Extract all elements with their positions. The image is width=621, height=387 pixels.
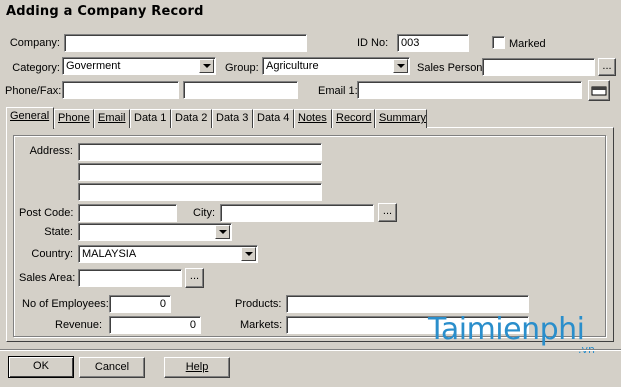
city-label: City: — [193, 207, 215, 219]
cancel-button[interactable]: Cancel — [79, 357, 145, 378]
footer-divider — [0, 349, 621, 351]
country-label: Country: — [31, 248, 73, 260]
tab-record[interactable]: Record — [332, 109, 375, 128]
post-code-input[interactable] — [78, 204, 177, 222]
group-value: Agriculture — [266, 60, 319, 72]
tab-general[interactable]: General — [6, 107, 54, 129]
id-input[interactable]: 003 — [397, 34, 469, 52]
marked-checkbox[interactable] — [492, 36, 505, 49]
tab-phone-label: Phone — [58, 112, 90, 124]
tab-data-2-label: Data 2 — [175, 112, 208, 124]
company-label: Company: — [9, 37, 60, 49]
tab-summary-label: Summary — [379, 112, 427, 124]
group-label: Group: — [225, 62, 259, 74]
email1-input[interactable] — [357, 81, 582, 99]
tab-phone[interactable]: Phone — [54, 109, 94, 128]
send-email-button[interactable] — [588, 80, 610, 101]
state-combo[interactable] — [78, 223, 232, 241]
tab-data-1-label: Data 1 — [134, 112, 167, 124]
ok-button[interactable]: OK — [8, 356, 74, 378]
post-code-label: Post Code: — [19, 207, 74, 219]
sales-person-browse-button[interactable]: ... — [598, 58, 616, 76]
window-title: Adding a Company Record — [0, 0, 621, 24]
address-line-3-input[interactable] — [78, 183, 322, 201]
tab-data-4-label: Data 4 — [257, 112, 290, 124]
address-label: Address: — [29, 145, 73, 157]
category-value: Goverment — [66, 60, 121, 72]
markets-label: Markets: — [240, 319, 283, 331]
tab-notes-label: Notes — [298, 112, 327, 124]
tab-data-1[interactable]: Data 1 — [130, 109, 171, 128]
group-dropdown-button[interactable] — [393, 59, 408, 73]
tab-data-2[interactable]: Data 2 — [171, 109, 212, 128]
help-button[interactable]: Help — [164, 357, 230, 378]
dialog-window: Adding a Company Record Company: ID No: … — [0, 0, 621, 387]
email-icon — [591, 86, 607, 96]
phone-input[interactable] — [62, 81, 179, 99]
tab-general-label: General — [10, 110, 50, 122]
group-combo[interactable]: Agriculture — [262, 57, 410, 75]
city-input[interactable] — [220, 204, 374, 222]
country-value: MALAYSIA — [82, 248, 137, 260]
products-label: Products: — [235, 298, 282, 310]
sales-person-label: Sales Person: — [417, 62, 486, 74]
country-dropdown-button[interactable] — [241, 247, 256, 261]
tab-data-3[interactable]: Data 3 — [212, 109, 253, 128]
revenue-label: Revenue: — [55, 319, 103, 331]
country-combo[interactable]: MALAYSIA — [78, 245, 258, 263]
chevron-down-icon — [202, 64, 211, 68]
sales-person-input[interactable] — [482, 58, 595, 76]
category-dropdown-button[interactable] — [199, 59, 214, 73]
address-line-1-input[interactable] — [78, 143, 322, 161]
tab-summary[interactable]: Summary — [375, 109, 427, 128]
watermark-logo: Taimienphi — [428, 312, 585, 347]
tab-notes[interactable]: Notes — [294, 109, 332, 128]
address-line-2-input[interactable] — [78, 163, 322, 181]
tab-email-label: Email — [98, 112, 126, 124]
id-label: ID No: — [357, 37, 389, 49]
tab-data-4[interactable]: Data 4 — [253, 109, 294, 128]
tab-email[interactable]: Email — [94, 109, 130, 128]
sales-area-input[interactable] — [78, 269, 182, 287]
revenue-input[interactable]: 0 — [109, 316, 201, 334]
chevron-down-icon — [244, 252, 253, 256]
chevron-down-icon — [396, 64, 405, 68]
fax-input[interactable] — [183, 81, 298, 99]
tab-record-label: Record — [336, 112, 372, 124]
state-dropdown-button[interactable] — [215, 225, 230, 239]
employees-input[interactable]: 0 — [109, 295, 171, 313]
chevron-down-icon — [218, 230, 227, 234]
email1-label: Email 1: — [318, 85, 358, 97]
state-label: State: — [44, 226, 73, 238]
category-combo[interactable]: Goverment — [62, 57, 216, 75]
city-browse-button[interactable]: ... — [378, 203, 397, 222]
employees-label: No of Employees: — [22, 298, 109, 310]
sales-area-browse-button[interactable]: ... — [185, 268, 204, 288]
company-input[interactable] — [64, 34, 307, 52]
sales-area-label: Sales Area: — [19, 272, 76, 284]
products-input[interactable] — [286, 295, 529, 313]
category-label: Category: — [12, 62, 60, 74]
marked-label: Marked — [509, 38, 546, 50]
tab-data-3-label: Data 3 — [216, 112, 249, 124]
phone-fax-label: Phone/Fax: — [5, 85, 62, 97]
